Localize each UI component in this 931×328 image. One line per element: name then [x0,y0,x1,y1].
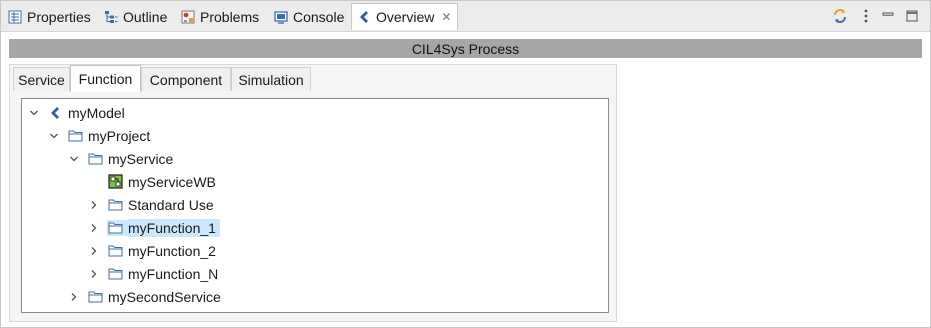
console-icon [273,9,289,25]
maximize-icon[interactable] [903,7,921,25]
tab-component[interactable]: Component [141,67,231,91]
outline-icon [103,9,119,25]
tab-label: Component [149,71,223,88]
model-icon [47,105,63,121]
tree-item-label: myFunction_N [128,265,219,282]
chevron-down-icon[interactable] [47,129,61,143]
tree-item-myfunction-n[interactable]: myFunction_N [87,263,218,284]
model-tree[interactable]: myModel myProject myService myServiceWB … [21,98,609,313]
tab-function[interactable]: Function [70,65,141,92]
workbench-icon [107,174,123,190]
tree-item-label: myProject [88,127,151,144]
tree-item-myfunction-2[interactable]: myFunction_2 [87,240,216,261]
tab-label: Simulation [238,71,304,88]
minimize-icon[interactable] [879,7,897,25]
view-menu-icon[interactable] [857,7,875,25]
chevron-right-icon[interactable] [87,267,101,281]
tree-item-label: myFunction_2 [128,242,216,259]
tab-label: Console [293,9,345,25]
tree-item-myproject[interactable]: myProject [47,125,150,146]
tab-properties[interactable]: Properties [7,5,91,29]
chevron-right-icon[interactable] [87,244,101,258]
folder-icon [87,289,103,305]
folder-icon [107,243,123,259]
tree-item-label: myServiceWB [128,173,216,190]
tab-console[interactable]: Console [273,5,344,29]
overview-icon [356,9,372,25]
tree-item-label: mySecondService [108,288,221,305]
properties-icon [7,9,23,25]
chevron-right-icon[interactable] [87,221,101,235]
tree-item-mysecondservice[interactable]: mySecondService [67,286,221,307]
chevron-down-icon[interactable] [67,152,81,166]
tree-item-label: myService [108,150,174,167]
tree-item-myfunction-1[interactable]: myFunction_1 [87,217,220,238]
folder-icon [67,128,83,144]
process-tab-folder: Service Function Component Simulation my… [9,64,617,322]
tree-item-label: myModel [68,104,125,121]
tab-label: Service [18,71,65,88]
tab-label: Function [78,71,133,87]
tree-item-mymodel[interactable]: myModel [27,102,125,123]
sync-icon[interactable] [831,7,849,25]
tab-outline[interactable]: Outline [103,5,167,29]
folder-icon [107,197,123,213]
tree-item-label: Standard Use [128,196,214,213]
tab-problems[interactable]: Problems [180,5,259,29]
tree-item-label: myFunction_1 [128,218,220,237]
overview-content: CIL4Sys Process Service Function Compone… [9,39,922,322]
folder-icon [107,219,128,236]
tab-label: Problems [200,9,260,25]
tab-overview[interactable]: Overview ✕ [351,3,459,30]
process-title-bar: CIL4Sys Process [9,39,922,58]
chevron-down-icon[interactable] [27,106,41,120]
overview-view-frame: Properties Outline Problems Console Over… [0,0,931,328]
problems-icon [180,9,196,25]
view-tab-bar: Properties Outline Problems Console Over… [1,1,930,32]
close-icon[interactable]: ✕ [441,10,451,24]
tab-label: Overview [376,9,435,25]
folder-icon [107,266,123,282]
tab-service[interactable]: Service [13,67,70,91]
tab-simulation[interactable]: Simulation [231,67,311,91]
tree-item-standard-use[interactable]: Standard Use [87,194,214,215]
tab-label: Properties [27,9,91,25]
process-title: CIL4Sys Process [411,40,520,57]
chevron-right-icon[interactable] [67,290,81,304]
tree-item-myservicewb[interactable]: myServiceWB [87,171,216,192]
tree-item-myservice[interactable]: myService [67,148,173,169]
chevron-right-icon[interactable] [87,198,101,212]
folder-icon [87,151,103,167]
tab-label: Outline [123,9,168,25]
